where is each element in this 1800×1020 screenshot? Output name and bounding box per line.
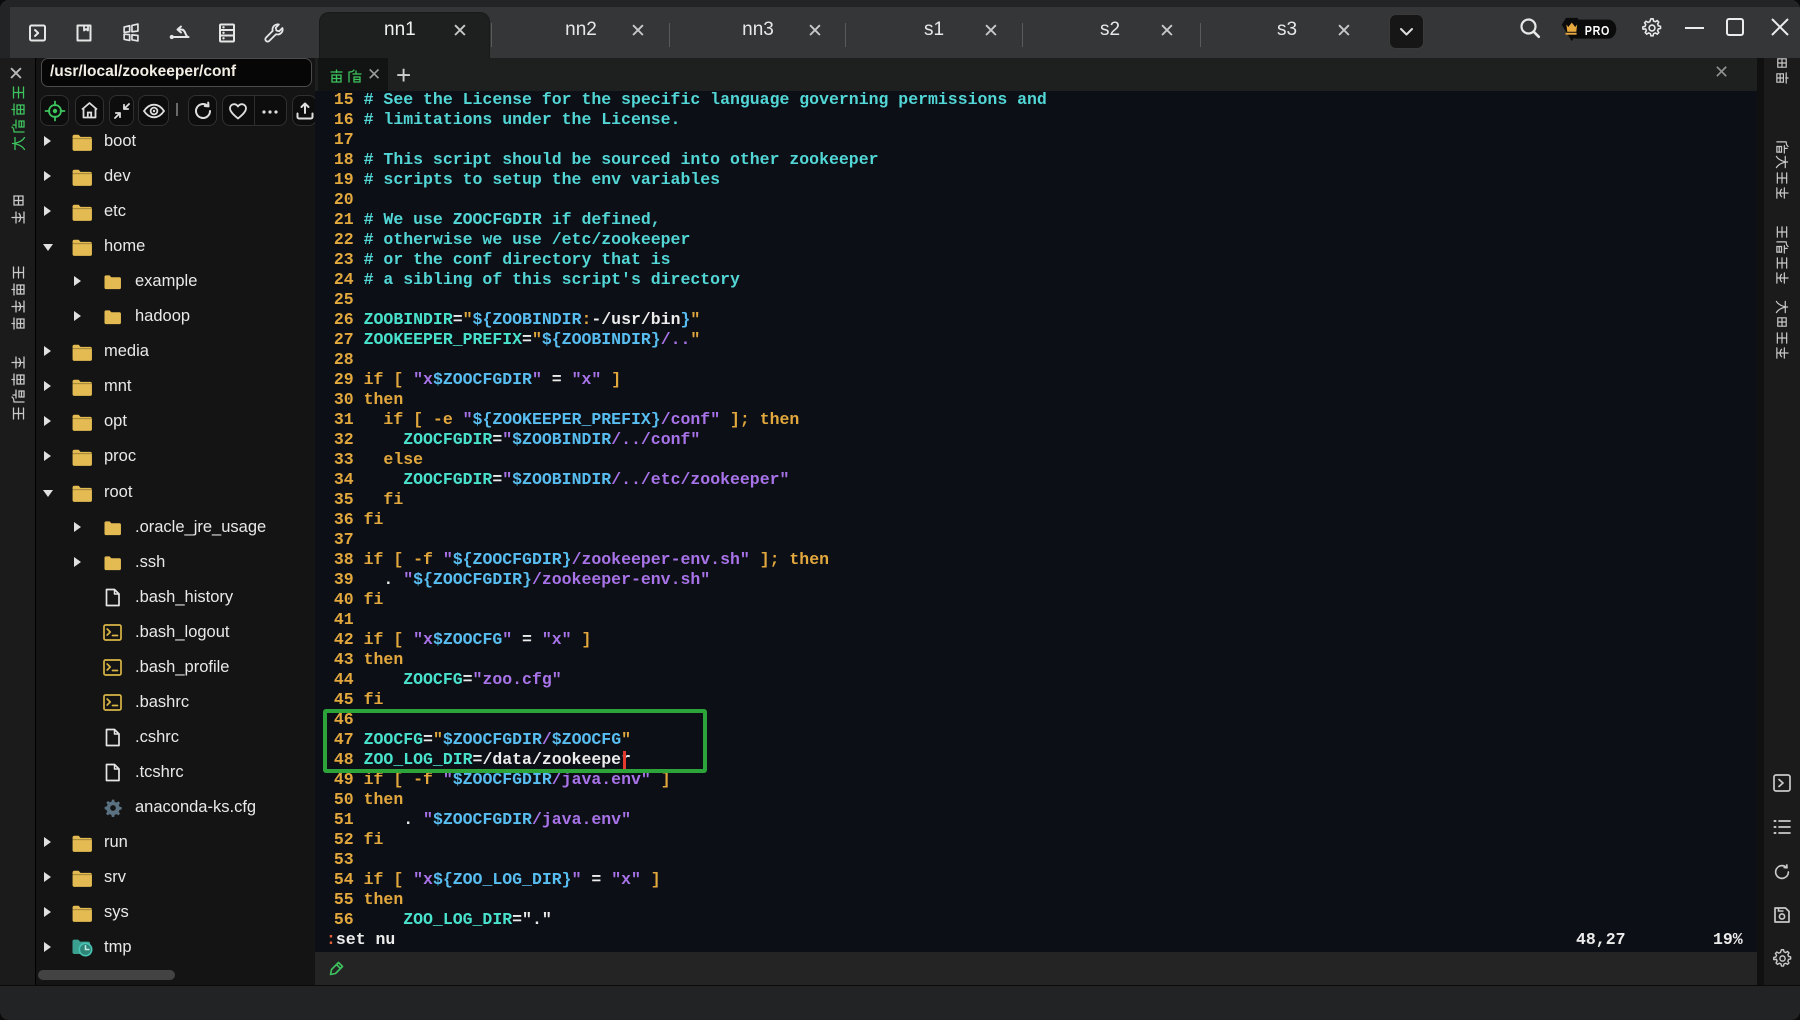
svg-text:PRO: PRO	[1585, 23, 1610, 38]
